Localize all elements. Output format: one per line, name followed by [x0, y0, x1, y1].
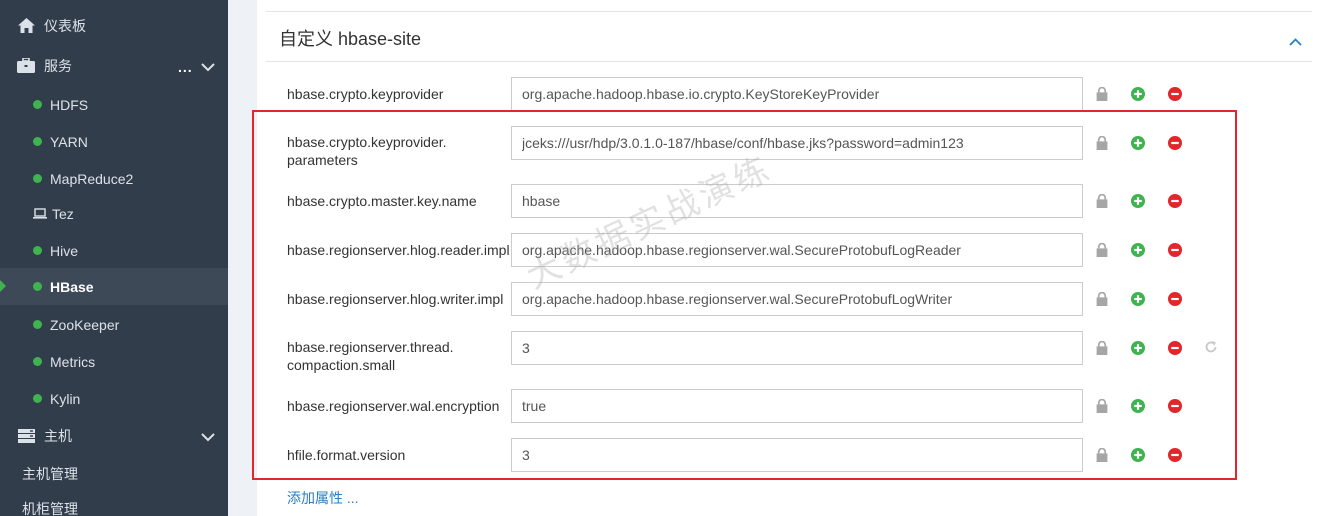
- nav-service-label: Tez: [52, 205, 74, 222]
- remove-icon[interactable]: [1168, 243, 1182, 257]
- nav-rack-management-label: 机柜管理: [22, 500, 78, 516]
- property-name: hbase.regionserver.wal.encryption: [287, 398, 500, 414]
- property-name: hbase.regionserver.hlog.writer.impl: [287, 291, 504, 307]
- chevron-down-icon[interactable]: [201, 429, 215, 445]
- property-name: hbase.crypto.master.key.name: [287, 193, 477, 209]
- briefcase-icon: [17, 57, 35, 75]
- services-more-menu[interactable]: ...: [178, 59, 193, 75]
- nav-service-hive[interactable]: Hive: [0, 232, 228, 269]
- sidebar: 仪表板 服务 ... HDFS YARN MapReduce2 Tez Hive…: [0, 0, 228, 516]
- divider: [266, 11, 1312, 12]
- property-name: hbase.regionserver.hlog.reader.impl: [287, 242, 510, 258]
- status-ok-icon: [33, 174, 42, 183]
- status-ok-icon: [33, 357, 42, 366]
- nav-services-label: 服务: [44, 57, 72, 74]
- property-value-input[interactable]: [511, 233, 1083, 267]
- remove-icon[interactable]: [1168, 292, 1182, 306]
- home-icon: [17, 17, 35, 35]
- remove-icon[interactable]: [1168, 194, 1182, 208]
- nav-host-management[interactable]: 主机管理: [0, 455, 228, 492]
- active-indicator: [0, 280, 6, 292]
- nav-service-zookeeper[interactable]: ZooKeeper: [0, 306, 228, 343]
- property-value-input[interactable]: [511, 184, 1083, 218]
- status-ok-icon: [33, 282, 42, 291]
- property-name: hbase.crypto.keyprovider: [287, 86, 444, 102]
- nav-hosts-label: 主机: [44, 427, 72, 444]
- nav-service-label: MapReduce2: [50, 170, 134, 187]
- add-icon[interactable]: [1131, 399, 1145, 413]
- undo-icon[interactable]: [1204, 340, 1218, 354]
- property-value-input[interactable]: [511, 331, 1083, 365]
- remove-icon[interactable]: [1168, 399, 1182, 413]
- lock-icon[interactable]: [1095, 87, 1109, 101]
- nav-service-label: YARN: [50, 133, 88, 150]
- nav-service-tez[interactable]: Tez: [0, 195, 228, 232]
- remove-icon[interactable]: [1168, 136, 1182, 150]
- property-value-input[interactable]: [511, 282, 1083, 316]
- property-value-input[interactable]: [511, 77, 1083, 111]
- property-value-input[interactable]: [511, 438, 1083, 472]
- remove-icon[interactable]: [1168, 87, 1182, 101]
- nav-hosts[interactable]: 主机: [0, 417, 228, 454]
- nav-dashboard-label: 仪表板: [44, 17, 86, 34]
- nav-service-label: Hive: [50, 242, 79, 259]
- nav-service-label: HDFS: [50, 96, 89, 113]
- nav-rack-management[interactable]: 机柜管理: [0, 490, 228, 516]
- status-ok-icon: [33, 100, 42, 109]
- section-title[interactable]: 自定义 hbase-site: [279, 25, 421, 51]
- add-icon[interactable]: [1131, 194, 1145, 208]
- lock-icon[interactable]: [1095, 399, 1109, 413]
- nav-service-label: HBase: [50, 278, 94, 295]
- add-icon[interactable]: [1131, 87, 1145, 101]
- add-property-link[interactable]: 添加属性 ...: [287, 488, 359, 508]
- property-value-input[interactable]: [511, 126, 1083, 160]
- nav-dashboard[interactable]: 仪表板: [0, 7, 228, 44]
- nav-service-kylin[interactable]: Kylin: [0, 380, 228, 417]
- lock-icon[interactable]: [1095, 136, 1109, 150]
- add-icon[interactable]: [1131, 448, 1145, 462]
- add-icon[interactable]: [1131, 136, 1145, 150]
- nav-service-metrics[interactable]: Metrics: [0, 343, 228, 380]
- nav-service-yarn[interactable]: YARN: [0, 123, 228, 160]
- add-icon[interactable]: [1131, 341, 1145, 355]
- remove-icon[interactable]: [1168, 448, 1182, 462]
- lock-icon[interactable]: [1095, 448, 1109, 462]
- property-name: hfile.format.version: [287, 447, 406, 463]
- nav-service-hdfs[interactable]: HDFS: [0, 86, 228, 123]
- nav-service-hbase[interactable]: HBase: [0, 268, 228, 305]
- remove-icon[interactable]: [1168, 341, 1182, 355]
- status-ok-icon: [33, 246, 42, 255]
- lock-icon[interactable]: [1095, 341, 1109, 355]
- nav-service-label: ZooKeeper: [50, 316, 120, 333]
- nav-services[interactable]: 服务 ...: [0, 47, 228, 84]
- lock-icon[interactable]: [1095, 292, 1109, 306]
- status-ok-icon: [33, 320, 42, 329]
- status-ok-icon: [33, 137, 42, 146]
- nav-service-mapreduce2[interactable]: MapReduce2: [0, 160, 228, 197]
- nav-host-management-label: 主机管理: [22, 465, 78, 482]
- lock-icon[interactable]: [1095, 243, 1109, 257]
- server-icon: [17, 427, 35, 445]
- add-icon[interactable]: [1131, 292, 1145, 306]
- laptop-icon: [33, 207, 47, 220]
- property-value-input[interactable]: [511, 389, 1083, 423]
- status-ok-icon: [33, 394, 42, 403]
- nav-service-label: Kylin: [50, 390, 81, 407]
- nav-service-label: Metrics: [50, 353, 96, 370]
- chevron-down-icon[interactable]: [201, 59, 215, 75]
- property-name: hbase.regionserver.thread. compaction.sm…: [287, 339, 454, 373]
- chevron-up-icon[interactable]: [1289, 33, 1302, 51]
- lock-icon[interactable]: [1095, 194, 1109, 208]
- property-name: hbase.crypto.keyprovider. parameters: [287, 134, 447, 168]
- divider: [266, 61, 1312, 62]
- add-icon[interactable]: [1131, 243, 1145, 257]
